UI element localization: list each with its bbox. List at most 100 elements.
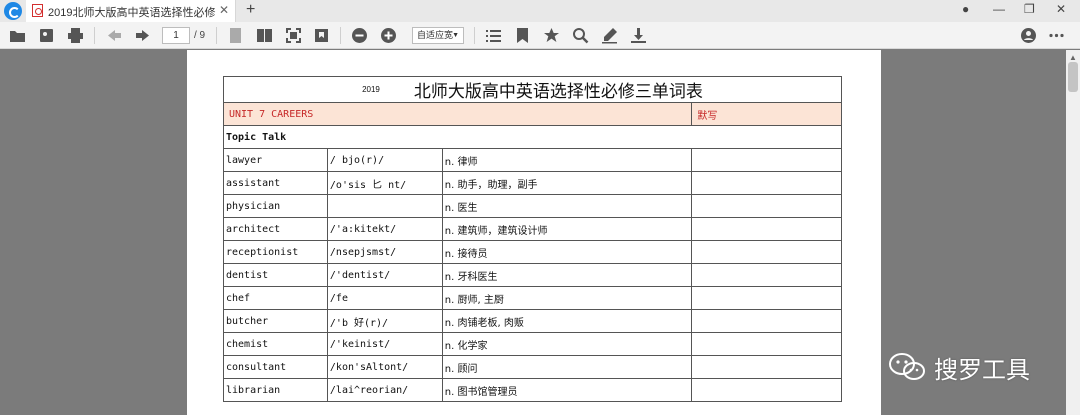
single-page-icon[interactable]	[227, 27, 244, 44]
maximize-icon[interactable]: ❐	[1024, 2, 1035, 16]
meaning-cell: n. 化学家	[441, 332, 693, 356]
phonetic-cell: /o'sis 匕 nt/	[326, 171, 443, 195]
tab-document[interactable]: 2019北师大版高中英语选择性必修三单词表 ✕	[26, 0, 236, 22]
search-icon[interactable]	[572, 27, 589, 44]
table-row: butcher /'b 好(r)/ n. 肉铺老板, 肉贩	[223, 309, 842, 333]
tab-bar: 2019北师大版高中英语选择性必修三单词表 ✕ + ● — ❐ ✕	[0, 0, 1080, 22]
unit-header-row: UNIT 7 CAREERS 默写	[222, 102, 842, 126]
download-icon[interactable]	[630, 27, 647, 44]
page-number-input[interactable]: 1	[162, 27, 190, 44]
star-icon[interactable]	[543, 27, 560, 44]
table-row: assistant /o'sis 匕 nt/ n. 助手，助理，副手	[223, 171, 842, 195]
zoom-in-icon[interactable]	[380, 27, 397, 44]
word-cell: receptionist	[223, 240, 328, 264]
previous-page-icon[interactable]	[106, 27, 123, 44]
meaning-cell: n. 医生	[441, 194, 693, 218]
app-menu-icon[interactable]	[4, 2, 22, 20]
tab-title: 2019北师大版高中英语选择性必修三单词表	[48, 7, 216, 19]
phonetic-cell: / bjo(r)/	[326, 148, 443, 172]
dictation-cell	[691, 309, 842, 333]
word-cell: assistant	[223, 171, 328, 195]
vertical-scrollbar[interactable]: ▲	[1066, 50, 1080, 415]
zoom-value: 自适应宽	[417, 30, 454, 40]
dictation-cell	[691, 240, 842, 264]
word-cell: lawyer	[223, 148, 328, 172]
open-image-icon[interactable]	[38, 27, 55, 44]
table-title-row: 2019 北师大版高中英语选择性必修三单词表	[223, 76, 842, 103]
fit-page-icon[interactable]	[285, 27, 302, 44]
table-row: physician n. 医生	[223, 194, 842, 218]
zoom-select[interactable]: 自适应宽 ▼	[412, 27, 464, 44]
table-row: dentist /'dentist/ n. 牙科医生	[223, 263, 842, 287]
phonetic-cell: /'a:kitekt/	[326, 217, 443, 241]
phonetic-cell: /'keinist/	[326, 332, 443, 356]
phonetic-cell: /'b 好(r)/	[326, 309, 443, 333]
wechat-icon	[888, 353, 926, 381]
meaning-cell: n. 顾问	[441, 355, 693, 379]
open-folder-icon[interactable]	[9, 27, 26, 44]
word-cell: architect	[223, 217, 328, 241]
tab-close-icon[interactable]: ✕	[219, 3, 229, 17]
dictation-cell	[691, 286, 842, 310]
scroll-up-icon[interactable]: ▲	[1069, 53, 1077, 62]
doc-year: 2019	[362, 85, 380, 94]
meaning-cell: n. 图书馆管理员	[441, 378, 693, 402]
phonetic-cell: /lai^reorian/	[326, 378, 443, 402]
dictation-cell	[691, 378, 842, 402]
unit-title: UNIT 7 CAREERS	[222, 102, 693, 126]
list-icon[interactable]	[485, 27, 502, 44]
word-cell: chemist	[223, 332, 328, 356]
topic-row: Topic Talk	[223, 125, 842, 149]
meaning-cell: n. 建筑师，建筑设计师	[441, 217, 693, 241]
account-icon[interactable]	[1020, 27, 1037, 44]
phonetic-cell: /fe	[326, 286, 443, 310]
phonetic-cell: /nsepjsmst/	[326, 240, 443, 264]
dictation-cell	[691, 217, 842, 241]
print-icon[interactable]	[67, 27, 84, 44]
topic-title: Topic Talk	[223, 125, 842, 149]
table-row: lawyer / bjo(r)/ n. 律师	[223, 148, 842, 172]
next-page-icon[interactable]	[134, 27, 151, 44]
table-row: chemist /'keinist/ n. 化学家	[223, 332, 842, 356]
bookmark-icon[interactable]	[514, 27, 531, 44]
dictation-cell	[691, 332, 842, 356]
meaning-cell: n. 肉铺老板, 肉贩	[441, 309, 693, 333]
word-cell: dentist	[223, 263, 328, 287]
vocabulary-table: 2019 北师大版高中英语选择性必修三单词表 UNIT 7 CAREERS 默写…	[222, 76, 842, 402]
close-window-icon[interactable]: ✕	[1056, 2, 1066, 16]
zoom-out-icon[interactable]	[351, 27, 368, 44]
table-row: receptionist /nsepjsmst/ n. 接待员	[223, 240, 842, 264]
dictation-cell	[691, 171, 842, 195]
word-cell: physician	[223, 194, 328, 218]
dictation-label: 默写	[691, 102, 842, 126]
phonetic-cell: /kon'sAltont/	[326, 355, 443, 379]
two-page-icon[interactable]	[256, 27, 273, 44]
dictation-cell	[691, 194, 842, 218]
word-cell: consultant	[223, 355, 328, 379]
word-cell: librarian	[223, 378, 328, 402]
table-row: architect /'a:kitekt/ n. 建筑师，建筑设计师	[223, 217, 842, 241]
dictation-cell	[691, 148, 842, 172]
pdf-icon	[32, 4, 43, 17]
scroll-thumb[interactable]	[1068, 62, 1078, 92]
phonetic-cell: /'dentist/	[326, 263, 443, 287]
more-options-icon[interactable]	[1048, 27, 1065, 44]
dictation-cell	[691, 355, 842, 379]
new-tab-icon[interactable]: +	[246, 1, 255, 19]
doc-title: 北师大版高中英语选择性必修三单词表	[413, 82, 703, 102]
meaning-cell: n. 律师	[441, 148, 693, 172]
word-cell: butcher	[223, 309, 328, 333]
meaning-cell: n. 助手，助理，副手	[441, 171, 693, 195]
minimize-icon[interactable]: —	[993, 2, 1005, 16]
page-total: / 9	[194, 30, 206, 41]
dictation-cell	[691, 263, 842, 287]
settings-icon[interactable]: ●	[962, 2, 969, 16]
meaning-cell: n. 接待员	[441, 240, 693, 264]
table-row: librarian /lai^reorian/ n. 图书馆管理员	[223, 378, 842, 402]
bookmark-view-icon[interactable]	[313, 27, 330, 44]
toolbar: 1 / 9 自适应宽 ▼	[0, 22, 1080, 49]
table-row: consultant /kon'sAltont/ n. 顾问	[223, 355, 842, 379]
word-cell: chef	[223, 286, 328, 310]
table-row: chef /fe n. 厨师, 主厨	[223, 286, 842, 310]
annotate-pen-icon[interactable]	[601, 27, 618, 44]
